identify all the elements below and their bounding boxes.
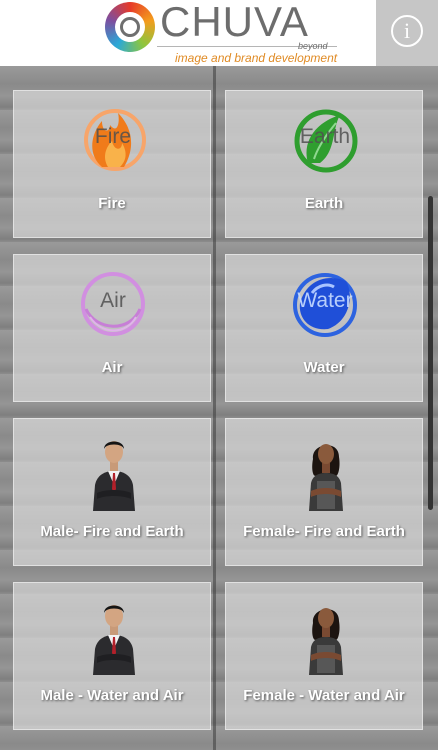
- tile-water[interactable]: Water Water: [225, 254, 423, 402]
- tile-label: Male- Fire and Earth: [40, 523, 184, 540]
- info-button[interactable]: i: [376, 0, 438, 66]
- male-avatar: [91, 599, 137, 675]
- tile-label: Earth: [304, 195, 344, 212]
- female-avatar: [303, 599, 349, 675]
- tile-male-fire-earth[interactable]: Male- Fire and Earth: [13, 418, 211, 566]
- tile-air[interactable]: Air Air: [13, 254, 211, 402]
- air-icon-text: Air: [100, 289, 126, 312]
- air-icon: Air: [80, 271, 146, 337]
- tile-earth[interactable]: Earth Earth: [225, 90, 423, 238]
- tile-label: Fire: [98, 195, 126, 212]
- tile-label: Female- Fire and Earth: [243, 523, 405, 540]
- tile-label: Male - Water and Air: [40, 687, 184, 704]
- water-drop-icon: Water: [292, 271, 358, 337]
- brand-beyond: beyond: [298, 41, 328, 51]
- water-icon-text: Water: [297, 289, 353, 312]
- tile-female-water-air[interactable]: Female - Water and Air: [225, 582, 423, 730]
- earth-leaf-icon: Earth: [292, 107, 358, 173]
- info-icon: i: [391, 15, 423, 47]
- fire-icon: Fire: [80, 107, 146, 173]
- male-avatar: [91, 435, 137, 511]
- brand-name: CHUVA: [160, 0, 309, 45]
- tile-female-fire-earth[interactable]: Female- Fire and Earth: [225, 418, 423, 566]
- tile-label: Water: [303, 359, 345, 376]
- earth-icon-text: Earth: [299, 125, 351, 148]
- app-header: CHUVA beyond image and brand development…: [0, 0, 438, 66]
- brand-tagline: image and brand development: [175, 51, 338, 65]
- tile-label: Air: [101, 359, 123, 376]
- tile-fire[interactable]: Fire Fire: [13, 90, 211, 238]
- female-avatar: [303, 435, 349, 511]
- tile-male-water-air[interactable]: Male - Water and Air: [13, 582, 211, 730]
- tile-label: Female - Water and Air: [243, 687, 405, 704]
- fire-icon-text: Fire: [94, 125, 132, 148]
- chuva-logo-icon: [105, 2, 155, 52]
- scrollbar[interactable]: [428, 196, 433, 510]
